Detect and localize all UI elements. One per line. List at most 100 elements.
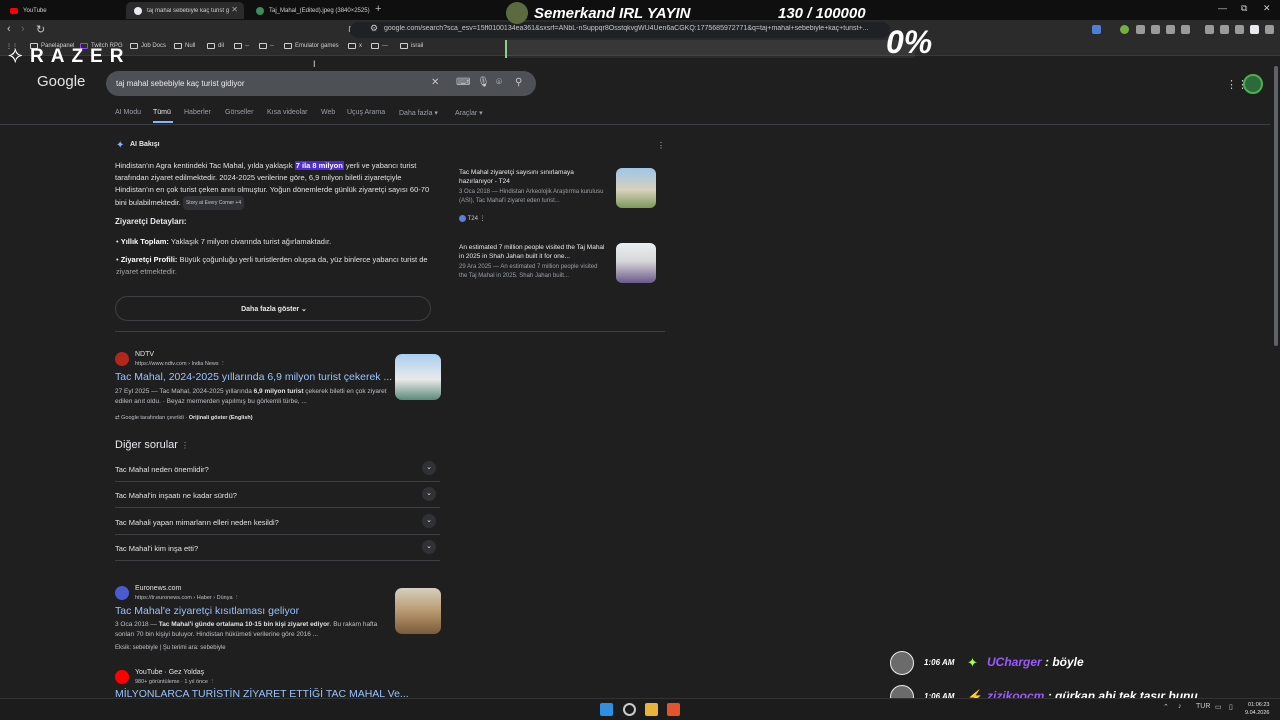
taj-mahal-thumbnail[interactable]	[395, 588, 441, 634]
battery-icon[interactable]: ▯	[1229, 703, 1233, 711]
stream-goal-progress	[505, 40, 915, 58]
bookmark-item[interactable]: israil	[400, 43, 423, 49]
sidebar-icon[interactable]	[1235, 25, 1244, 34]
music-icon[interactable]	[1205, 25, 1214, 34]
result-snippet: 27 Eyl 2025 — Tac Mahal, 2024-2025 yılla…	[115, 388, 387, 405]
new-tab-button[interactable]: +	[375, 3, 381, 15]
chevron-up-icon[interactable]: ⌃	[1163, 703, 1169, 711]
tab-tools[interactable]: Araçlar ▾	[455, 109, 483, 117]
tab-ai-mode[interactable]: AI Modu	[115, 109, 141, 116]
google-logo[interactable]: Google	[37, 73, 85, 90]
maximize-button[interactable]: ⧉	[1241, 3, 1247, 14]
microphone-icon[interactable]: 🎙	[477, 77, 490, 88]
result-url[interactable]: https://tr.euronews.com › Haber › Dünya …	[135, 595, 240, 601]
extension-icon[interactable]	[1151, 25, 1160, 34]
search-icon[interactable]	[623, 703, 636, 716]
tab-image[interactable]: Taj_Mahal_(Edited).jpeg (3840×2525)	[248, 2, 370, 19]
show-original-link[interactable]: Orijinali göster (English)	[189, 415, 253, 421]
translation-note: ⇄ Google tarafından çevrildi · Orijinali…	[115, 415, 253, 421]
language-indicator[interactable]: TUR	[1196, 703, 1210, 710]
question-row[interactable]: Tac Mahal'in inşaatı ne kadar sürdü? ⌄	[115, 482, 440, 508]
reload-icon[interactable]: ↻	[36, 23, 45, 36]
extension-icon[interactable]	[1181, 25, 1190, 34]
search-input[interactable]: taj mahal sebebiyle kaç turist gidiyor ✕…	[106, 71, 536, 96]
minimize-button[interactable]: —	[1218, 3, 1227, 13]
lens-icon[interactable]: ⌾	[496, 77, 502, 88]
tab-label: taj mahal sebebiyle kaç turist gi...	[147, 7, 229, 14]
bookmark-item[interactable]: dil	[207, 43, 224, 49]
result-title[interactable]: Tac Mahal'e ziyaretçi kısıtlaması geliyo…	[115, 605, 299, 617]
window-close-button[interactable]: ✕	[1263, 3, 1271, 14]
keyboard-icon[interactable]: ⌨	[456, 77, 470, 88]
divider	[0, 124, 1270, 125]
result-url[interactable]: https://www.ndtv.com › India News ⋮	[135, 361, 226, 367]
extension-icon[interactable]	[1166, 25, 1175, 34]
more-options-icon[interactable]: ⋮	[657, 141, 665, 150]
question-row[interactable]: Tac Mahali yapan mimarların elleri neden…	[115, 509, 440, 535]
tab-more[interactable]: Daha fazla ▾	[399, 109, 438, 117]
back-icon[interactable]: ‹	[7, 23, 11, 35]
source-card[interactable]: Tac Mahal ziyaretçi sayısını sınırlamaya…	[452, 168, 662, 222]
windows-start-icon[interactable]	[600, 703, 613, 716]
bookmark-item[interactable]: ---	[371, 43, 388, 49]
result-title[interactable]: MİLYONLARCA TURİSTİN ZİYARET ETTİĞİ TAC …	[115, 688, 409, 698]
bookmark-item[interactable]: Emulator games	[284, 43, 339, 49]
question-row[interactable]: Tac Mahal'i kim inşa etti? ⌄	[115, 535, 440, 561]
bookmark-item[interactable]: x	[348, 43, 362, 49]
network-icon[interactable]: ▭	[1215, 703, 1222, 711]
tab-images[interactable]: Görseller	[225, 109, 253, 116]
forward-icon[interactable]: ›	[21, 23, 25, 35]
result-site[interactable]: YouTube · Gez Yoldaş	[135, 669, 204, 676]
audio-icon[interactable]: ♪	[1178, 703, 1182, 710]
badge-icon: ✦	[967, 655, 978, 670]
taj-mahal-thumbnail[interactable]	[395, 354, 441, 400]
tab-google-search[interactable]: taj mahal sebebiyle kaç turist gi... ✕	[126, 2, 244, 19]
search-icon[interactable]: ⚲	[515, 77, 522, 88]
stream-goal-progress-fill	[505, 40, 507, 58]
extension-icon[interactable]	[1120, 25, 1129, 34]
tab-youtube[interactable]: YouTube	[2, 2, 124, 19]
download-icon[interactable]	[1220, 25, 1229, 34]
bookmark-item[interactable]: Job Docs	[130, 43, 166, 49]
tab-all[interactable]: Tümü	[153, 109, 171, 116]
result-title[interactable]: Tac Mahal, 2024-2025 yıllarında 6,9 mily…	[115, 371, 392, 383]
close-icon[interactable]: ✕	[231, 5, 238, 14]
file-explorer-icon[interactable]	[645, 703, 658, 716]
account-avatar[interactable]	[1243, 74, 1263, 94]
missing-terms[interactable]: Eksik: sebebiyle | Şu terimi ara: sebebi…	[115, 643, 387, 653]
bookmark-item[interactable]: Null	[174, 43, 195, 49]
question-row[interactable]: Tac Mahal neden önemlidir? ⌄	[115, 456, 440, 482]
address-bar[interactable]: ⚙ google.com/search?sca_esv=15ff0100134e…	[350, 22, 890, 38]
source-chip[interactable]: Story at Every Corner +4	[182, 196, 245, 210]
site-info-icon[interactable]: ⚙	[370, 23, 378, 34]
scrollbar-thumb[interactable]	[1274, 66, 1278, 346]
result-site[interactable]: Euronews.com	[135, 585, 181, 592]
folder-icon	[284, 43, 292, 49]
more-options-icon[interactable]: ⋮	[181, 441, 189, 450]
bookmark-item[interactable]: --	[259, 43, 274, 49]
extension-icon[interactable]	[1136, 25, 1145, 34]
tab-web[interactable]: Web	[321, 109, 335, 116]
scrollbar[interactable]	[1272, 58, 1280, 698]
folder-icon	[130, 43, 138, 49]
folder-icon	[174, 43, 182, 49]
tab-flights[interactable]: Uçuş Arama	[347, 109, 385, 116]
sparkle-icon: ✦	[116, 140, 125, 151]
brave-shield-icon[interactable]	[1250, 25, 1259, 34]
menu-icon[interactable]	[1265, 25, 1274, 34]
clear-icon[interactable]: ✕	[431, 77, 439, 88]
result-url[interactable]: 980+ görüntüleme · 1 yıl önce ⋮	[135, 679, 215, 685]
source-card[interactable]: An estimated 7 million people visited th…	[452, 243, 662, 283]
bookmark-item[interactable]: --	[234, 43, 249, 49]
tab-news[interactable]: Haberler	[184, 109, 211, 116]
razer-logo: RAZER	[30, 46, 131, 67]
folder-icon	[400, 43, 408, 49]
brave-browser-icon[interactable]	[667, 703, 680, 716]
clock[interactable]: 01:06:23 9.04.2026	[1245, 701, 1269, 717]
translate-icon[interactable]	[1092, 25, 1101, 34]
youtube-icon	[115, 670, 129, 684]
tab-short-videos[interactable]: Kısa videolar	[267, 109, 307, 116]
show-more-button[interactable]: Daha fazla göster ⌄	[115, 296, 431, 321]
result-site[interactable]: NDTV	[135, 351, 154, 358]
highlighted-figure: 7 ila 8 milyon	[294, 161, 344, 170]
